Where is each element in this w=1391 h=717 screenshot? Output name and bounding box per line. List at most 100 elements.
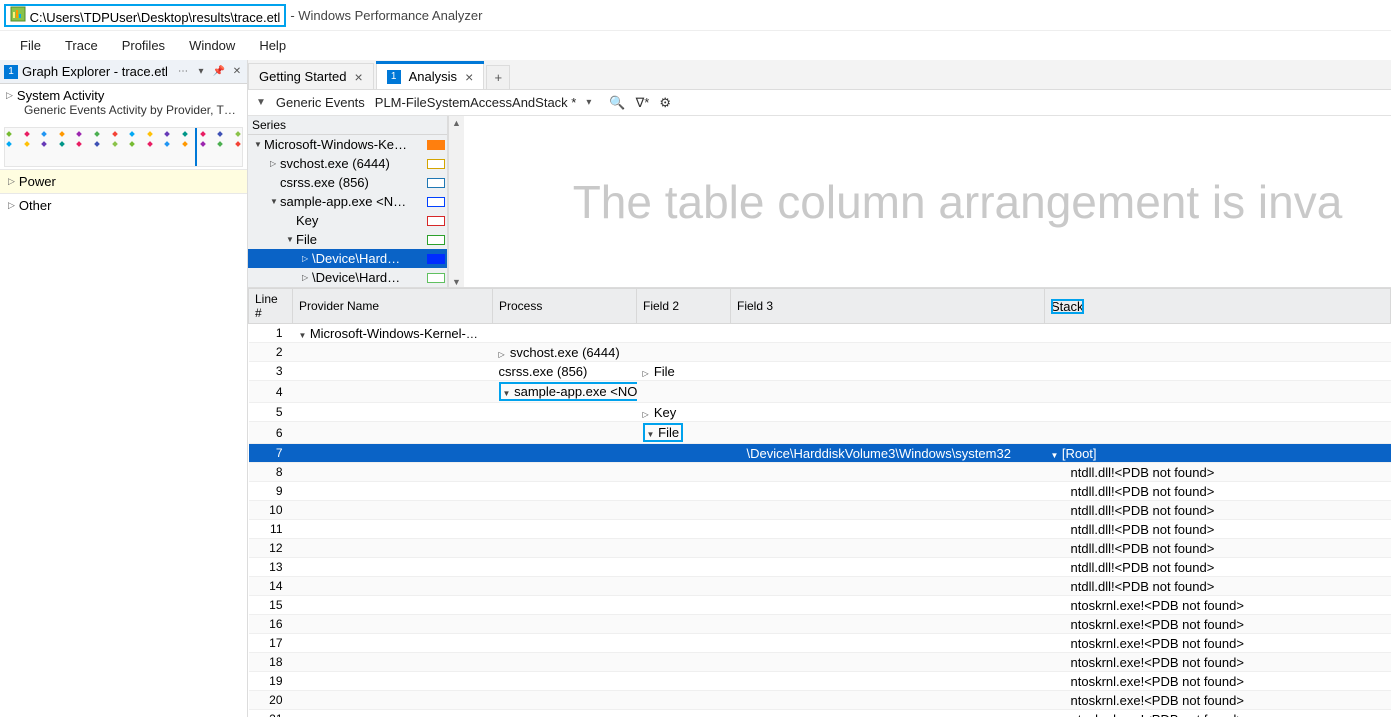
table-row[interactable]: 10ntdll.dll!<PDB not found> xyxy=(249,501,1391,520)
crumb-preset[interactable]: PLM-FileSystemAccessAndStack * xyxy=(375,95,577,110)
col-line[interactable]: Line # xyxy=(249,289,293,324)
menu-profiles[interactable]: Profiles xyxy=(110,34,177,57)
table-header-row: Line # Provider Name Process Field 2 Fie… xyxy=(249,289,1391,324)
search-icon[interactable]: 🔍 xyxy=(609,95,625,111)
table-row[interactable]: 3csrss.exe (856)▷ File xyxy=(249,362,1391,381)
col-field2[interactable]: Field 2 xyxy=(637,289,731,324)
tab-getting-started[interactable]: Getting Started × xyxy=(248,63,374,89)
menu-window[interactable]: Window xyxy=(177,34,247,57)
scroll-up-icon[interactable]: ▲ xyxy=(452,118,461,128)
data-table-wrap[interactable]: Line # Provider Name Process Field 2 Fie… xyxy=(248,288,1391,717)
table-row[interactable]: 4▼ sample-app.exe <NO… xyxy=(249,381,1391,403)
series-label: Microsoft-Windows-Ke… xyxy=(264,137,407,152)
cell-field3 xyxy=(731,422,1045,444)
filter-icon[interactable]: ∇* xyxy=(636,95,650,111)
series-label: File xyxy=(296,232,317,247)
panel-close-icon[interactable]: ✕ xyxy=(231,66,243,78)
cell-field3 xyxy=(731,653,1045,672)
col-process[interactable]: Process xyxy=(493,289,637,324)
series-row[interactable]: Key xyxy=(248,211,447,230)
table-row[interactable]: 12ntdll.dll!<PDB not found> xyxy=(249,539,1391,558)
menu-trace[interactable]: Trace xyxy=(53,34,110,57)
system-activity-title: System Activity xyxy=(17,88,104,103)
app-icon xyxy=(10,6,26,22)
table-row[interactable]: 15ntoskrnl.exe!<PDB not found> xyxy=(249,596,1391,615)
cell-stack: ntdll.dll!<PDB not found> xyxy=(1045,501,1391,520)
cell-provider xyxy=(293,672,493,691)
cell-stack xyxy=(1045,381,1391,403)
series-row[interactable]: ▼Microsoft-Windows-Ke… xyxy=(248,135,447,154)
table-row[interactable]: 16ntoskrnl.exe!<PDB not found> xyxy=(249,615,1391,634)
cell-field2 xyxy=(637,596,731,615)
table-row[interactable]: 17ntoskrnl.exe!<PDB not found> xyxy=(249,634,1391,653)
series-row[interactable]: ▼File xyxy=(248,230,447,249)
series-row[interactable]: ▼sample-app.exe <N… xyxy=(248,192,447,211)
scroll-down-icon[interactable]: ▼ xyxy=(452,277,461,287)
table-row[interactable]: 18ntoskrnl.exe!<PDB not found> xyxy=(249,653,1391,672)
table-row[interactable]: 19ntoskrnl.exe!<PDB not found> xyxy=(249,672,1391,691)
panel-badge: 1 xyxy=(387,70,401,84)
table-row[interactable]: 1▼ Microsoft-Windows-Kernel-Gen… xyxy=(249,324,1391,343)
cell-field2 xyxy=(637,381,731,403)
col-field3[interactable]: Field 3 xyxy=(731,289,1045,324)
cell-stack: ntdll.dll!<PDB not found> xyxy=(1045,520,1391,539)
cell-line: 15 xyxy=(249,596,293,615)
table-row[interactable]: 21ntoskrnl.exe!<PDB not found> xyxy=(249,710,1391,717)
system-activity-header[interactable]: ▷ System Activity xyxy=(6,88,241,103)
cell-provider xyxy=(293,691,493,710)
cell-process xyxy=(493,482,637,501)
gear-icon[interactable]: ⚙ xyxy=(659,95,671,111)
series-and-graph: Series ▼Microsoft-Windows-Ke…▷svchost.ex… xyxy=(248,116,1391,288)
table-row[interactable]: 11ntdll.dll!<PDB not found> xyxy=(249,520,1391,539)
main-split: 1 Graph Explorer - trace.etl ⋯ ▾ 📌 ✕ ▷ S… xyxy=(0,60,1391,717)
table-row[interactable]: 20ntoskrnl.exe!<PDB not found> xyxy=(249,691,1391,710)
tab-add-button[interactable]: + xyxy=(486,65,510,89)
cell-line: 5 xyxy=(249,403,293,422)
series-row[interactable]: ▷\Device\Hard… xyxy=(248,268,447,287)
timeline-thumbnail[interactable] xyxy=(4,127,243,167)
cell-provider xyxy=(293,463,493,482)
series-swatch xyxy=(427,273,445,283)
table-row[interactable]: 7\Device\HarddiskVolume3\Windows\system3… xyxy=(249,444,1391,463)
expand-icon: ▷ xyxy=(302,273,312,282)
panel-dropdown-icon[interactable]: ▾ xyxy=(195,66,207,78)
sidebar-item-other[interactable]: ▷ Other xyxy=(0,193,247,217)
series-row[interactable]: ▷\Device\Hard… xyxy=(248,249,447,268)
panel-menu-icon[interactable]: ⋯ xyxy=(177,66,189,78)
cell-provider xyxy=(293,343,493,362)
table-row[interactable]: 13ntdll.dll!<PDB not found> xyxy=(249,558,1391,577)
chevron-down-icon[interactable]: ▾ xyxy=(586,97,591,108)
table-row[interactable]: 5▷ Key xyxy=(249,403,1391,422)
chevron-down-icon[interactable]: ▼ xyxy=(256,97,266,108)
col-provider[interactable]: Provider Name xyxy=(293,289,493,324)
crumb-generic-events[interactable]: Generic Events xyxy=(276,95,365,110)
menu-help[interactable]: Help xyxy=(247,34,298,57)
table-row[interactable]: 9ntdll.dll!<PDB not found> xyxy=(249,482,1391,501)
tab-analysis[interactable]: 1 Analysis × xyxy=(376,63,485,89)
panel-pin-icon[interactable]: 📌 xyxy=(213,66,225,78)
table-row[interactable]: 6▼ File xyxy=(249,422,1391,444)
series-row[interactable]: ▷svchost.exe (6444) xyxy=(248,154,447,173)
close-icon[interactable]: × xyxy=(354,69,362,85)
expand-icon: ▼ xyxy=(286,235,296,244)
cell-stack: ntdll.dll!<PDB not found> xyxy=(1045,463,1391,482)
cell-line: 19 xyxy=(249,672,293,691)
series-row[interactable]: csrss.exe (856) xyxy=(248,173,447,192)
sidebar-item-power[interactable]: ▷ Power xyxy=(0,169,247,193)
table-row[interactable]: 14ntdll.dll!<PDB not found> xyxy=(249,577,1391,596)
series-swatch xyxy=(427,159,445,169)
table-row[interactable]: 8ntdll.dll!<PDB not found> xyxy=(249,463,1391,482)
table-row[interactable]: 2▷ svchost.exe (6444) xyxy=(249,343,1391,362)
close-icon[interactable]: × xyxy=(465,69,473,85)
cell-field2 xyxy=(637,691,731,710)
cell-field2 xyxy=(637,558,731,577)
cell-stack xyxy=(1045,422,1391,444)
cell-process xyxy=(493,596,637,615)
series-scrollbar[interactable]: ▲ ▼ xyxy=(448,116,464,287)
cell-provider xyxy=(293,482,493,501)
col-stack[interactable]: Stack xyxy=(1045,289,1391,324)
panel-badge: 1 xyxy=(4,65,18,79)
menu-file[interactable]: File xyxy=(8,34,53,57)
cell-field2 xyxy=(637,501,731,520)
tab-label: Getting Started xyxy=(259,69,346,84)
